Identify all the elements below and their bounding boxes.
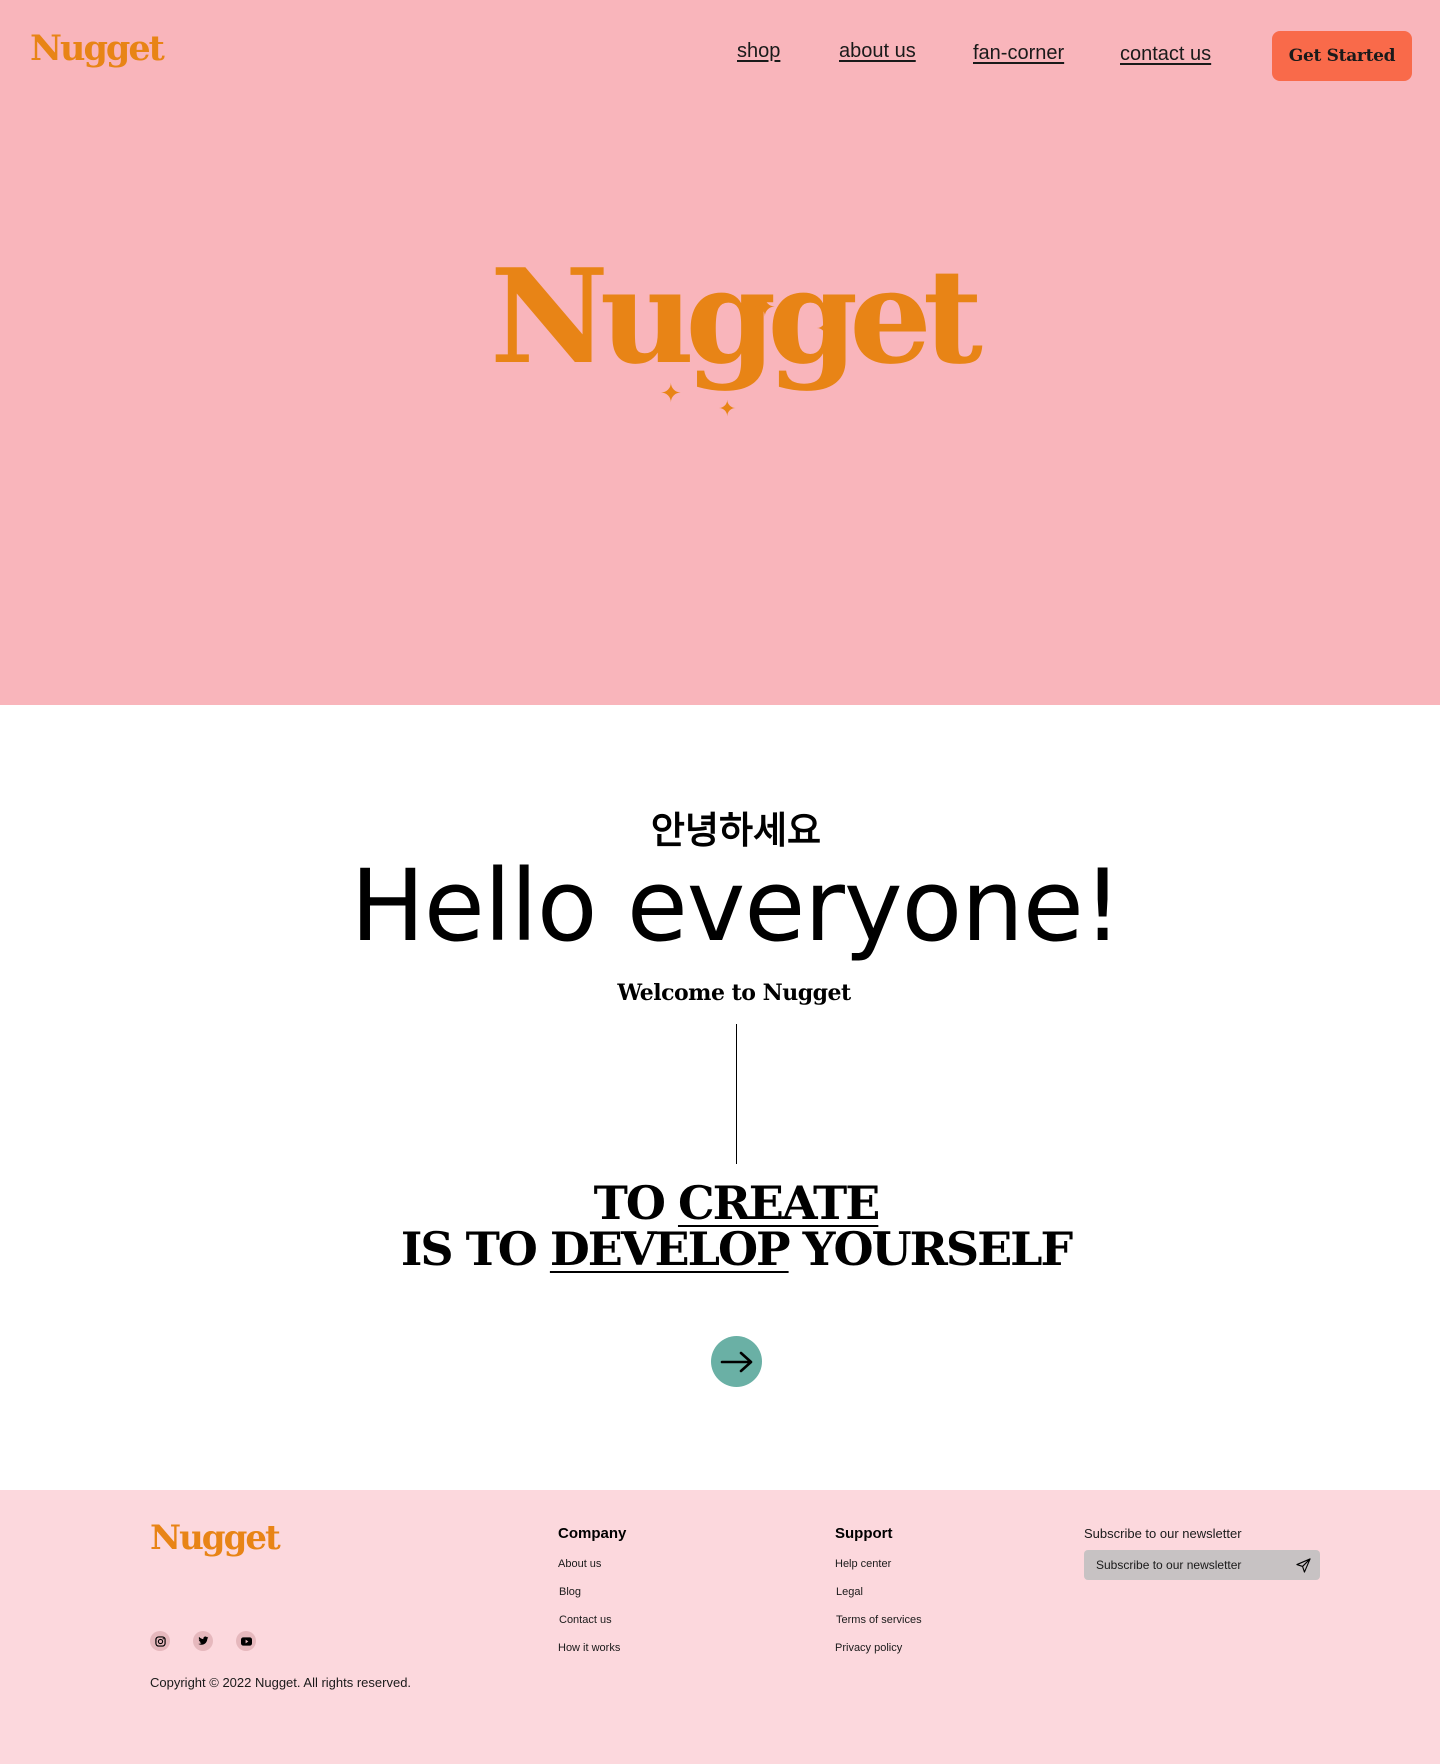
arrow-right-icon [720,1351,752,1372]
quote-line-2: IS TO DEVELOP YOURSELF [400,1222,1073,1276]
next-arrow-button[interactable] [711,1336,762,1387]
sparkle-icon: ✦ [660,378,682,408]
footer-link-help-center[interactable]: Help center [835,1558,891,1570]
footer-link-how-it-works[interactable]: How it works [558,1642,620,1654]
sparkle-icon: ✦ [718,396,737,421]
sparkle-icon: ✦ [816,316,835,341]
instagram-icon[interactable] [150,1631,170,1651]
hero-logo-text: Nugget [490,240,983,393]
footer-link-legal[interactable]: Legal [836,1586,863,1598]
headline: Hello everyone! [350,849,1122,964]
footer: Nugget Copyright © 2022 Nugget. All righ… [0,1490,1440,1764]
footer-link-about-us[interactable]: About us [558,1558,601,1570]
sparkle-icon: ✦ [754,292,776,322]
get-started-button[interactable]: Get Started [1272,31,1412,81]
divider-line [736,1024,737,1164]
support-column-title: Support [835,1525,893,1542]
footer-link-blog[interactable]: Blog [559,1586,581,1598]
nav-link-fan-corner[interactable]: fan-corner [973,42,1064,65]
twitter-icon[interactable] [193,1631,213,1651]
quote-emphasis-develop: DEVELOP [549,1222,791,1276]
footer-link-contact-us[interactable]: Contact us [559,1614,612,1626]
newsletter-email-input[interactable] [1096,1550,1286,1580]
newsletter-field [1084,1550,1320,1580]
welcome-subtitle: Welcome to Nugget [617,980,851,1006]
nav-link-shop[interactable]: shop [737,40,780,63]
footer-logo[interactable]: Nugget [150,1518,281,1558]
header-logo[interactable]: Nugget [30,28,165,69]
footer-link-terms-of-services[interactable]: Terms of services [836,1614,922,1626]
quote-line-1: TO CREATE [593,1176,881,1230]
korean-greeting: 안녕하세요 [650,809,822,852]
company-column-title: Company [558,1525,627,1542]
nav-link-contact-us[interactable]: contact us [1120,43,1211,66]
hero-logo: Nugget ✦ ✦ ✦ ✦ [490,252,983,442]
copyright-text: Copyright © 2022 Nugget. All rights rese… [150,1675,412,1690]
youtube-icon[interactable] [236,1631,256,1651]
nav-link-about-us[interactable]: about us [839,40,916,63]
footer-link-privacy-policy[interactable]: Privacy policy [835,1642,902,1654]
send-icon [1295,1557,1311,1573]
newsletter-send-button[interactable] [1294,1556,1312,1574]
newsletter-label: Subscribe to our newsletter [1084,1526,1242,1541]
hero-section: Nugget shop about us fan-corner contact … [0,0,1440,705]
